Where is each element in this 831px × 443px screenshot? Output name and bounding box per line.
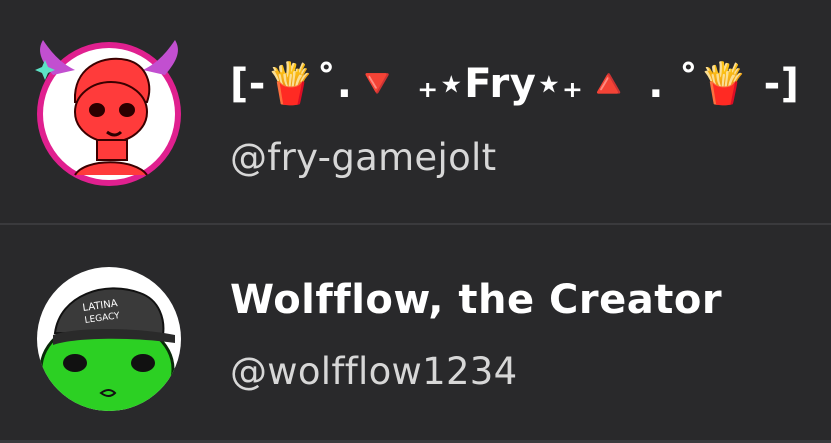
user-handle[interactable]: @fry-gamejolt [230, 136, 496, 179]
display-name[interactable]: Wolfflow, the Creator [230, 277, 722, 323]
user-list: [-🍟˚.🔻 ₊⋆Fry⋆₊🔺 . ˚🍟 -] @fry-gamejolt LA… [0, 0, 831, 443]
avatar[interactable]: LATINA LEGACY [35, 265, 183, 413]
user-row-fry[interactable]: [-🍟˚.🔻 ₊⋆Fry⋆₊🔺 . ˚🍟 -] @fry-gamejolt [0, 0, 831, 224]
avatar-image-wolfflow: LATINA LEGACY [37, 267, 181, 411]
avatar-image-fry [35, 40, 181, 186]
display-name[interactable]: [-🍟˚.🔻 ₊⋆Fry⋆₊🔺 . ˚🍟 -] [230, 60, 799, 107]
user-handle[interactable]: @wolfflow1234 [230, 350, 517, 393]
avatar[interactable] [35, 40, 183, 188]
user-row-wolfflow[interactable]: LATINA LEGACY Wolfflow, the Creator @wol… [0, 225, 831, 443]
